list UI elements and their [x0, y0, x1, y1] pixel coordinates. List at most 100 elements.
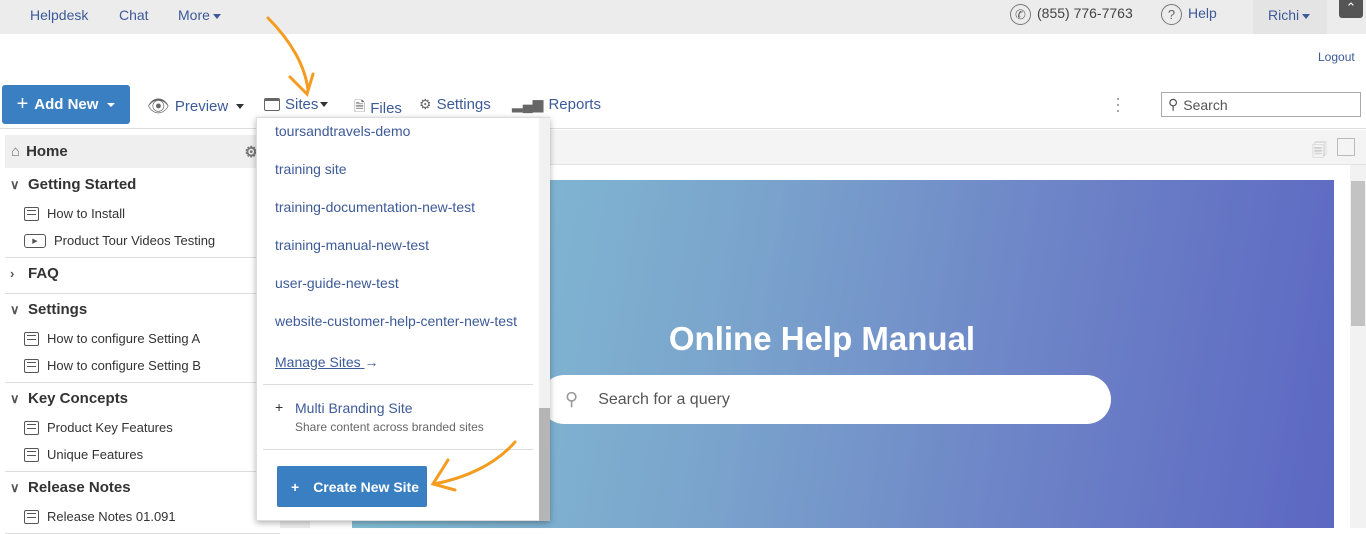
- divider: [5, 471, 280, 472]
- sites-label: Sites: [285, 96, 319, 113]
- arrow-right-icon: →: [364, 354, 379, 370]
- dropdown-scrollbar[interactable]: [539, 118, 550, 521]
- chevron-right-icon: ›: [10, 266, 15, 281]
- site-option[interactable]: training-documentation-new-test: [275, 199, 475, 215]
- scrollbar-thumb[interactable]: [1351, 181, 1365, 326]
- add-new-button[interactable]: + Add New: [2, 85, 130, 124]
- section-title: Release Notes: [28, 479, 131, 496]
- sidebar-item[interactable]: How to Install: [24, 206, 125, 221]
- sidebar-section[interactable]: ∨ Release Notes: [10, 479, 131, 496]
- sidebar-item[interactable]: Release Notes 01.091: [24, 509, 176, 524]
- site-option[interactable]: user-guide-new-test: [275, 275, 399, 291]
- sidebar-home[interactable]: ⌂ Home ⚙: [5, 135, 280, 168]
- expand-icon[interactable]: [1337, 138, 1355, 156]
- document-icon: [24, 358, 39, 373]
- chevron-down-icon: ∨: [10, 390, 20, 406]
- sidebar-item-label: How to Install: [47, 206, 126, 221]
- eye-icon: 👁: [147, 96, 170, 116]
- sidebar-section[interactable]: ∨ Key Concepts: [10, 390, 128, 407]
- site-option[interactable]: training site: [275, 161, 347, 177]
- sidebar-item-label: Unique Features: [47, 447, 144, 462]
- question-icon: ?: [1161, 4, 1182, 25]
- collapse-up-button[interactable]: ⌃: [1339, 0, 1363, 18]
- sidebar-item[interactable]: ▶ Product Tour Videos Testing: [24, 233, 215, 248]
- caret-down-icon: [107, 102, 116, 107]
- plus-icon: +: [16, 93, 29, 115]
- site-option[interactable]: website-customer-help-center-new-test: [275, 313, 517, 329]
- logout-link[interactable]: Logout: [1318, 50, 1355, 64]
- section-title: Settings: [28, 301, 88, 318]
- more-options-icon[interactable]: · · ·: [1115, 89, 1121, 119]
- chevron-down-icon: ∨: [10, 301, 20, 317]
- multi-branding-site-link[interactable]: Multi Branding Site: [295, 400, 413, 416]
- sidebar-item[interactable]: How to configure Setting B: [24, 358, 201, 373]
- document-icon: [24, 509, 39, 524]
- help-link[interactable]: ? Help: [1161, 4, 1217, 25]
- user-name: Richi: [1268, 7, 1300, 23]
- plus-icon: +: [275, 399, 284, 415]
- more-label: More: [178, 7, 210, 23]
- document-icon: [24, 420, 39, 435]
- site-option[interactable]: toursandtravels-demo: [275, 123, 410, 139]
- video-icon: ▶: [24, 233, 46, 248]
- chevron-down-icon: ∨: [10, 479, 20, 495]
- search-icon: ⚲: [565, 389, 579, 409]
- document-icon: [24, 331, 39, 346]
- scrollbar-thumb[interactable]: [539, 408, 550, 521]
- content-scrollbar[interactable]: [1350, 165, 1366, 528]
- caret-down-icon: [212, 13, 221, 19]
- section-title: Key Concepts: [28, 390, 129, 407]
- create-new-site-button[interactable]: + Create New Site: [277, 466, 427, 507]
- sites-menu[interactable]: Sites: [264, 96, 329, 113]
- caret-down-icon: [1302, 13, 1311, 19]
- chat-link[interactable]: Chat: [119, 7, 149, 23]
- manage-sites-label: Manage Sites: [275, 354, 361, 370]
- sidebar-item[interactable]: Product Key Features: [24, 420, 173, 435]
- sidebar-item[interactable]: Unique Features: [24, 447, 143, 462]
- divider: [0, 128, 1366, 129]
- sidebar-item[interactable]: How to configure Setting A: [24, 331, 200, 346]
- section-title: Getting Started: [28, 176, 137, 193]
- divider: [263, 449, 533, 450]
- annotation-arrowhead-sites: [288, 72, 315, 97]
- sidebar-section[interactable]: ∨ Settings: [10, 301, 87, 318]
- hero-search-input[interactable]: ⚲ Search for a query: [540, 375, 1111, 424]
- user-menu[interactable]: Richi: [1268, 7, 1311, 23]
- sidebar-section[interactable]: › FAQ: [10, 265, 59, 282]
- search-input[interactable]: ⚲ Search: [1161, 92, 1361, 117]
- reports-link[interactable]: ▂▄▆ Reports: [512, 96, 601, 113]
- phone-icon: ✆: [1010, 4, 1031, 25]
- manage-sites-link[interactable]: Manage Sites →: [275, 354, 379, 370]
- browser-window-icon: [264, 98, 280, 111]
- preview-menu[interactable]: 👁 Preview: [147, 96, 245, 117]
- sidebar-item-label: Product Tour Videos Testing: [54, 233, 216, 248]
- create-new-site-label: Create New Site: [313, 478, 420, 495]
- plus-icon: +: [291, 478, 300, 495]
- divider: [5, 382, 280, 383]
- revision-icon[interactable]: 🗐: [1312, 140, 1327, 165]
- sidebar-section[interactable]: ∨ Getting Started: [10, 176, 136, 193]
- sidebar-item-label: How to configure Setting A: [47, 331, 201, 346]
- caret-down-icon: [320, 102, 329, 107]
- settings-link[interactable]: ⚙ Settings: [419, 96, 491, 113]
- home-label: Home: [26, 143, 68, 160]
- multi-branding-desc: Share content across branded sites: [295, 420, 484, 434]
- site-option[interactable]: training-manual-new-test: [275, 237, 429, 253]
- gear-icon: ⚙: [419, 96, 432, 112]
- more-menu[interactable]: More: [178, 7, 221, 23]
- bar-chart-icon: ▂▄▆: [512, 96, 544, 112]
- document-icon: [24, 206, 39, 221]
- helpdesk-link[interactable]: Helpdesk: [30, 7, 88, 23]
- phone-number: (855) 776-7763: [1037, 5, 1133, 22]
- divider: [263, 384, 533, 385]
- sidebar-item-label: Release Notes 01.091: [47, 509, 176, 524]
- settings-label: Settings: [436, 96, 491, 113]
- search-placeholder: Search: [1183, 96, 1228, 113]
- sidebar-item-label: Product Key Features: [47, 420, 173, 435]
- caret-down-icon: [236, 104, 245, 109]
- sidebar-item-label: How to configure Setting B: [47, 358, 201, 373]
- preview-label: Preview: [174, 98, 229, 115]
- document-icon: [24, 447, 39, 462]
- search-icon: ⚲: [1168, 96, 1179, 112]
- divider: [5, 257, 280, 258]
